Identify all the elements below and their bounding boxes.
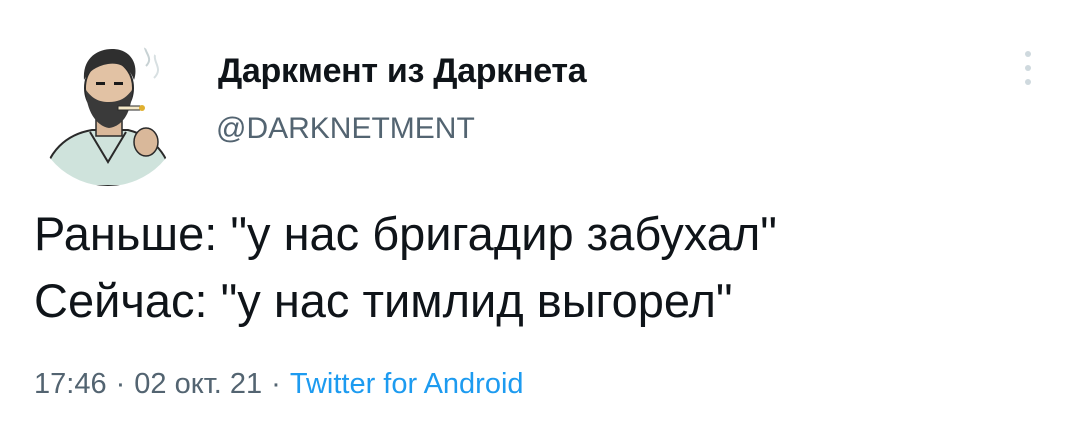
tweet-time[interactable]: 17:46 — [34, 368, 107, 400]
author-handle[interactable]: @DARKNETMENT — [216, 112, 475, 146]
tweet-text: Раньше: "у нас бригадир забухал" Сейчас:… — [34, 200, 1044, 334]
meta-separator: · — [115, 368, 126, 400]
tweet-line-before: Раньше: "у нас бригадир забухал" — [34, 207, 777, 260]
tweet-card: Даркмент из Даркнета @DARKNETMENT Раньше… — [0, 0, 1080, 442]
meta-separator: · — [271, 368, 281, 400]
author-display-name[interactable]: Даркмент из Даркнета — [218, 52, 587, 91]
more-options-button[interactable] — [1008, 44, 1048, 100]
tweet-meta: 17:46 · 02 окт. 21 · Twitter for Android — [34, 368, 524, 401]
tweet-source-link[interactable]: Twitter for Android — [290, 368, 524, 400]
avatar[interactable] — [34, 38, 182, 186]
tweet-line-now: Сейчас: "у нас тимлид выгорел" — [34, 274, 733, 327]
tweet-date[interactable]: 02 окт. 21 — [134, 368, 262, 400]
bearded-man-avatar-icon — [34, 38, 182, 186]
more-vertical-icon — [1025, 51, 1031, 85]
